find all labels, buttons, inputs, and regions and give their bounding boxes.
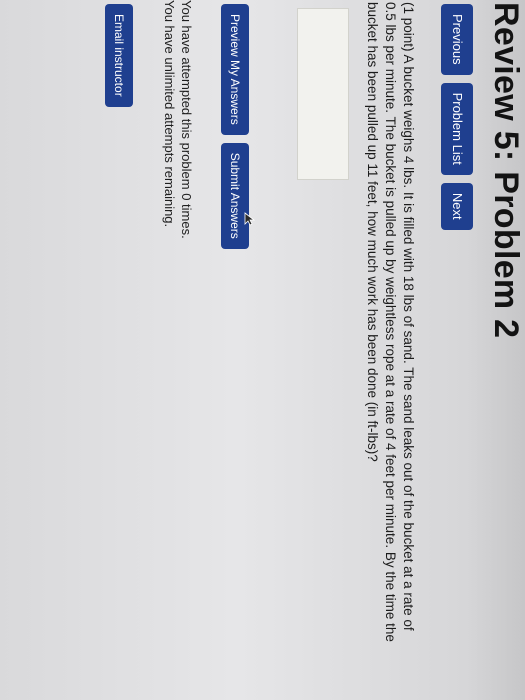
mouse-cursor-icon: [244, 212, 256, 226]
email-instructor-button[interactable]: Email instructor: [105, 4, 133, 107]
problem-statement: (1 point) A bucket weighs 4 lbs. It is f…: [365, 2, 416, 642]
attempt-status: You have attempted this problem 0 times.…: [161, 0, 195, 239]
webwork-page: Review 5: Problem 2 Previous Problem Lis…: [0, 0, 525, 700]
attempted-count-text: You have attempted this problem 0 times.: [179, 0, 194, 239]
page-title: Review 5: Problem 2: [487, 2, 525, 339]
email-instructor-wrapper: Email instructor: [105, 4, 133, 107]
next-button[interactable]: Next: [441, 182, 473, 230]
photo-frame: Review 5: Problem 2 Previous Problem Lis…: [0, 0, 525, 700]
submit-answers-button[interactable]: Submit Answers: [221, 142, 249, 249]
problem-list-button[interactable]: Problem List: [441, 82, 473, 175]
attempts-remaining-text: You have unlimited attempts remaining.: [162, 0, 177, 228]
previous-button[interactable]: Previous: [441, 4, 473, 75]
answer-input[interactable]: [297, 8, 349, 180]
preview-answers-button[interactable]: Preview My Answers: [221, 4, 249, 135]
problem-navigation: Previous Problem List Next: [441, 4, 473, 230]
